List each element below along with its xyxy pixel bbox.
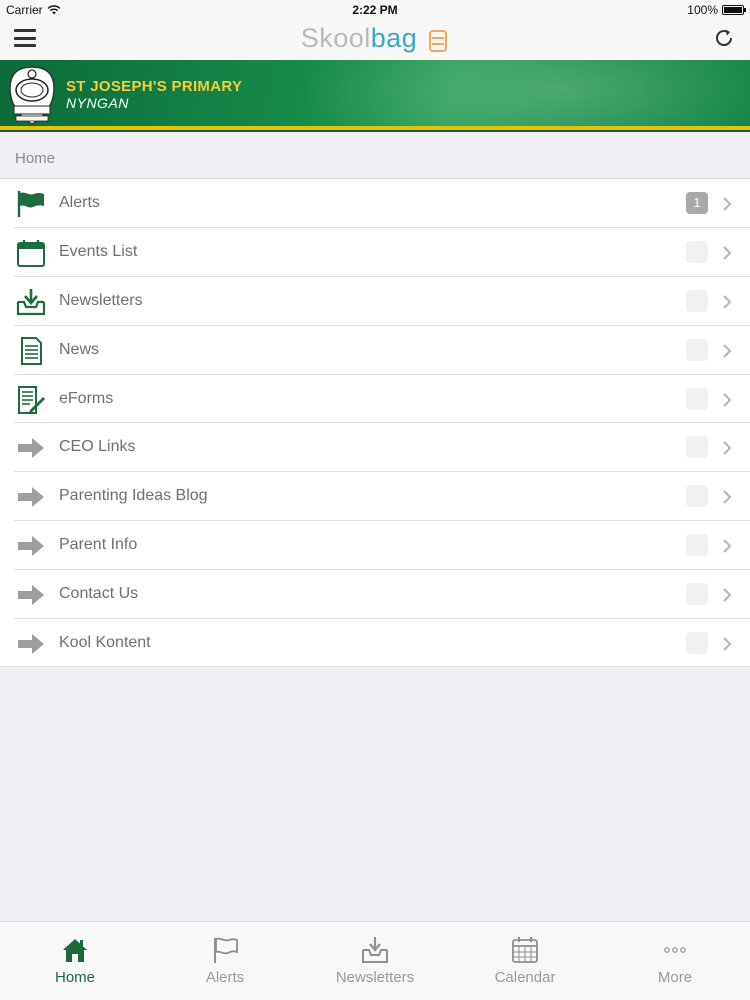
arrow-right-icon [18, 634, 44, 655]
logo-text-skool: Skool [300, 23, 371, 53]
menu-item-label: Contact Us [59, 585, 139, 603]
menu-item-label: Parent Info [59, 536, 138, 554]
refresh-icon[interactable] [712, 26, 736, 50]
arrow-right-icon [18, 585, 44, 606]
chevron-right-icon [723, 539, 732, 553]
status-bar: Carrier 2:22 PM 100% [0, 0, 750, 20]
tab-more[interactable]: More [600, 922, 750, 1000]
menu-item-label: eForms [59, 389, 114, 407]
menu-item-label: CEO Links [59, 438, 136, 456]
skoolbag-logo: Skoolbag [0, 20, 750, 56]
count-badge: 0 [686, 583, 708, 606]
calendar-grid-icon [512, 937, 538, 963]
count-badge: 0 [686, 240, 708, 263]
arrow-right-icon [18, 536, 44, 557]
status-time: 2:22 PM [352, 3, 398, 17]
tab-alerts[interactable]: Alerts [150, 922, 300, 1000]
count-badge: 0 [686, 485, 708, 508]
chevron-right-icon [723, 441, 732, 456]
arrow-right-icon [18, 438, 44, 459]
form-pen-icon [18, 385, 45, 414]
menu-item-contact-us[interactable]: Contact Us 0 [0, 570, 750, 619]
flag-icon [17, 191, 44, 217]
tab-calendar[interactable]: Calendar [450, 922, 600, 1000]
menu-item-label: Parenting Ideas Blog [59, 487, 208, 505]
menu-item-newsletters[interactable]: Newsletters 0 [0, 277, 750, 326]
tab-home[interactable]: Home [0, 922, 150, 1000]
more-dots-icon [664, 947, 686, 953]
chevron-right-icon [723, 197, 732, 211]
school-name: ST JOSEPH'S PRIMARY [66, 78, 243, 95]
menu-item-label: News [59, 340, 100, 358]
breadcrumb: Home [0, 136, 750, 178]
menu-item-parenting-ideas-blog[interactable]: Parenting Ideas Blog 0 [0, 472, 750, 522]
home-icon [63, 939, 87, 962]
chevron-right-icon [723, 637, 732, 651]
flag-icon [214, 937, 238, 963]
battery-status: 100% [687, 3, 746, 17]
chevron-right-icon [723, 490, 732, 505]
logo-text-bag: bag [370, 23, 418, 53]
menu-item-alerts[interactable]: Alerts 1 [0, 179, 750, 228]
menu-item-label: Events List [59, 242, 138, 260]
menu-item-news[interactable]: News 0 [0, 326, 750, 375]
arrow-right-icon [18, 487, 44, 508]
count-badge: 0 [686, 534, 708, 557]
menu-item-ceo-links[interactable]: CEO Links 0 [0, 423, 750, 473]
tab-newsletters[interactable]: Newsletters [300, 922, 450, 1000]
chevron-right-icon [723, 343, 732, 358]
count-badge: 0 [686, 436, 708, 459]
tab-label: Home [54, 969, 95, 986]
school-town: NYNGAN [66, 95, 129, 111]
main-menu-list: Alerts 1 Events List 0 Newsletters 0 New… [0, 178, 750, 667]
calendar-icon [17, 239, 45, 267]
battery-percent: 100% [687, 3, 718, 17]
school-crest-logo [9, 66, 55, 125]
breadcrumb-home: Home [15, 150, 56, 167]
menu-item-eforms[interactable]: eForms 0 [0, 375, 750, 424]
tab-label: Newsletters [335, 969, 415, 986]
chevron-right-icon [723, 246, 732, 260]
menu-item-label: Alerts [59, 194, 100, 211]
tab-label: Calendar [494, 969, 556, 986]
tab-label: More [657, 969, 693, 986]
nav-bar: Skoolbag [0, 20, 750, 60]
chevron-right-icon [723, 588, 732, 602]
count-badge: 1 [686, 192, 708, 214]
bottom-tab-bar: Home Alerts Newsletters Calendar More [0, 921, 750, 1000]
menu-item-events-list[interactable]: Events List 0 [0, 228, 750, 277]
document-icon [21, 336, 42, 365]
menu-item-parent-info[interactable]: Parent Info 0 [0, 521, 750, 571]
menu-item-label: Kool Kontent [59, 634, 151, 652]
count-badge: 0 [686, 387, 708, 410]
inbox-download-icon [16, 288, 46, 315]
count-badge: 0 [686, 338, 708, 361]
tab-label: Alerts [205, 969, 245, 986]
chevron-right-icon [723, 392, 732, 407]
count-badge: 0 [686, 632, 708, 655]
books-icon [429, 29, 448, 52]
menu-item-label: Newsletters [59, 291, 143, 309]
count-badge: 0 [686, 289, 708, 312]
menu-item-kool-kontent[interactable]: Kool Kontent 0 [0, 619, 750, 668]
inbox-download-icon [362, 937, 388, 963]
chevron-right-icon [723, 295, 732, 309]
battery-icon [722, 5, 746, 15]
banner-stripe-bottom [0, 130, 750, 132]
school-banner: ST JOSEPH'S PRIMARY NYNGAN [0, 60, 750, 132]
